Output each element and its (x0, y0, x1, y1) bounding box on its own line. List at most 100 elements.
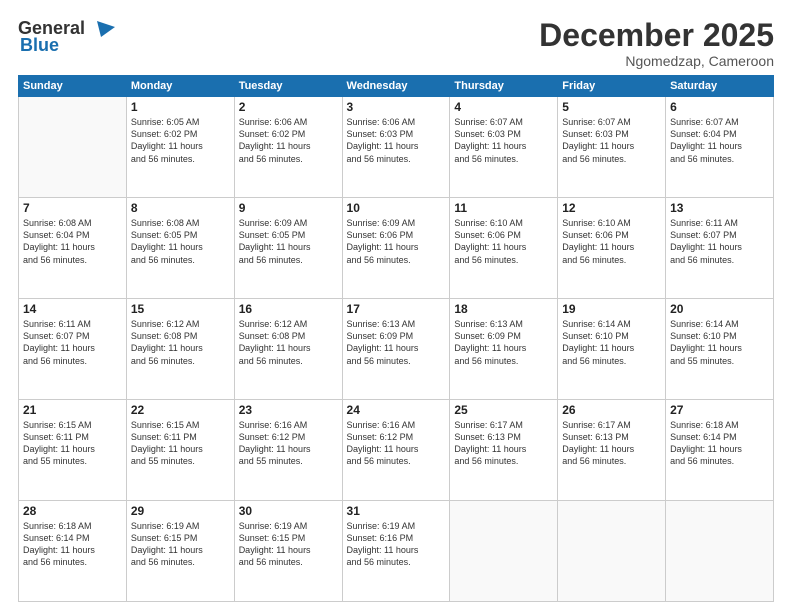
day-info: Sunrise: 6:17 AMSunset: 6:13 PMDaylight:… (454, 419, 553, 468)
day-number: 7 (23, 201, 122, 215)
col-sunday: Sunday (19, 76, 127, 97)
day-number: 28 (23, 504, 122, 518)
day-number: 25 (454, 403, 553, 417)
table-row: 28 Sunrise: 6:18 AMSunset: 6:14 PMDayligh… (19, 501, 127, 602)
day-number: 31 (347, 504, 446, 518)
day-info: Sunrise: 6:05 AMSunset: 6:02 PMDaylight:… (131, 116, 230, 165)
day-number: 19 (562, 302, 661, 316)
day-number: 6 (670, 100, 769, 114)
table-row: 15 Sunrise: 6:12 AMSunset: 6:08 PMDayligh… (126, 299, 234, 400)
table-row: 23 Sunrise: 6:16 AMSunset: 6:12 PMDayligh… (234, 400, 342, 501)
day-info: Sunrise: 6:19 AMSunset: 6:15 PMDaylight:… (239, 520, 338, 569)
table-row: 22 Sunrise: 6:15 AMSunset: 6:11 PMDayligh… (126, 400, 234, 501)
col-saturday: Saturday (666, 76, 774, 97)
table-row: 26 Sunrise: 6:17 AMSunset: 6:13 PMDayligh… (558, 400, 666, 501)
day-number: 8 (131, 201, 230, 215)
day-info: Sunrise: 6:11 AMSunset: 6:07 PMDaylight:… (23, 318, 122, 367)
table-row: 9Sunrise: 6:09 AMSunset: 6:05 PMDaylight… (234, 198, 342, 299)
day-info: Sunrise: 6:15 AMSunset: 6:11 PMDaylight:… (131, 419, 230, 468)
day-info: Sunrise: 6:16 AMSunset: 6:12 PMDaylight:… (239, 419, 338, 468)
table-row (19, 97, 127, 198)
day-number: 26 (562, 403, 661, 417)
day-info: Sunrise: 6:07 AMSunset: 6:03 PMDaylight:… (562, 116, 661, 165)
table-row: 17Sunrise: 6:13 AMSunset: 6:09 PMDayligh… (342, 299, 450, 400)
day-number: 24 (347, 403, 446, 417)
day-number: 18 (454, 302, 553, 316)
table-row: 18 Sunrise: 6:13 AMSunset: 6:09 PMDayligh… (450, 299, 558, 400)
table-row (666, 501, 774, 602)
day-info: Sunrise: 6:12 AMSunset: 6:08 PMDaylight:… (131, 318, 230, 367)
table-row: 31 Sunrise: 6:19 AMSunset: 6:16 PMDayligh… (342, 501, 450, 602)
col-tuesday: Tuesday (234, 76, 342, 97)
table-row: 3Sunrise: 6:06 AMSunset: 6:03 PMDaylight… (342, 97, 450, 198)
day-info: Sunrise: 6:19 AMSunset: 6:16 PMDaylight:… (347, 520, 446, 569)
calendar-header-row: Sunday Monday Tuesday Wednesday Thursday… (19, 76, 774, 97)
table-row: 16 Sunrise: 6:12 AMSunset: 6:08 PMDayligh… (234, 299, 342, 400)
table-row: 6 Sunrise: 6:07 AMSunset: 6:04 PMDaylight… (666, 97, 774, 198)
day-number: 17 (347, 302, 446, 316)
month-title: December 2025 (539, 18, 774, 53)
table-row (450, 501, 558, 602)
calendar-table: Sunday Monday Tuesday Wednesday Thursday… (18, 75, 774, 602)
day-info: Sunrise: 6:06 AMSunset: 6:03 PMDaylight:… (347, 116, 446, 165)
logo-blue: Blue (20, 35, 59, 56)
day-number: 30 (239, 504, 338, 518)
day-number: 11 (454, 201, 553, 215)
day-number: 4 (454, 100, 553, 114)
col-friday: Friday (558, 76, 666, 97)
day-number: 13 (670, 201, 769, 215)
day-info: Sunrise: 6:13 AMSunset: 6:09 PMDaylight:… (454, 318, 553, 367)
day-number: 16 (239, 302, 338, 316)
day-info: Sunrise: 6:14 AMSunset: 6:10 PMDaylight:… (562, 318, 661, 367)
table-row: 13 Sunrise: 6:11 AMSunset: 6:07 PMDayligh… (666, 198, 774, 299)
day-number: 22 (131, 403, 230, 417)
table-row: 20Sunrise: 6:14 AMSunset: 6:10 PMDayligh… (666, 299, 774, 400)
day-number: 21 (23, 403, 122, 417)
day-number: 10 (347, 201, 446, 215)
day-info: Sunrise: 6:18 AMSunset: 6:14 PMDaylight:… (23, 520, 122, 569)
day-info: Sunrise: 6:19 AMSunset: 6:15 PMDaylight:… (131, 520, 230, 569)
day-info: Sunrise: 6:08 AMSunset: 6:05 PMDaylight:… (131, 217, 230, 266)
table-row: 10 Sunrise: 6:09 AMSunset: 6:06 PMDayligh… (342, 198, 450, 299)
day-number: 29 (131, 504, 230, 518)
day-info: Sunrise: 6:07 AMSunset: 6:03 PMDaylight:… (454, 116, 553, 165)
table-row: 1 Sunrise: 6:05 AMSunset: 6:02 PMDaylight… (126, 97, 234, 198)
calendar-week-row: 1 Sunrise: 6:05 AMSunset: 6:02 PMDaylight… (19, 97, 774, 198)
day-info: Sunrise: 6:14 AMSunset: 6:10 PMDaylight:… (670, 318, 769, 367)
day-info: Sunrise: 6:08 AMSunset: 6:04 PMDaylight:… (23, 217, 122, 266)
calendar-week-row: 28 Sunrise: 6:18 AMSunset: 6:14 PMDayligh… (19, 501, 774, 602)
location-subtitle: Ngomedzap, Cameroon (539, 53, 774, 69)
table-row: 27 Sunrise: 6:18 AMSunset: 6:14 PMDayligh… (666, 400, 774, 501)
day-info: Sunrise: 6:06 AMSunset: 6:02 PMDaylight:… (239, 116, 338, 165)
day-number: 27 (670, 403, 769, 417)
day-number: 14 (23, 302, 122, 316)
day-info: Sunrise: 6:07 AMSunset: 6:04 PMDaylight:… (670, 116, 769, 165)
day-number: 23 (239, 403, 338, 417)
day-info: Sunrise: 6:09 AMSunset: 6:06 PMDaylight:… (347, 217, 446, 266)
table-row: 29 Sunrise: 6:19 AMSunset: 6:15 PMDayligh… (126, 501, 234, 602)
calendar-page: General Blue December 2025 Ngomedzap, Ca… (0, 0, 792, 612)
calendar-week-row: 14 Sunrise: 6:11 AMSunset: 6:07 PMDayligh… (19, 299, 774, 400)
table-row: 8 Sunrise: 6:08 AMSunset: 6:05 PMDaylight… (126, 198, 234, 299)
day-number: 9 (239, 201, 338, 215)
day-info: Sunrise: 6:11 AMSunset: 6:07 PMDaylight:… (670, 217, 769, 266)
col-thursday: Thursday (450, 76, 558, 97)
day-number: 12 (562, 201, 661, 215)
calendar-week-row: 7 Sunrise: 6:08 AMSunset: 6:04 PMDaylight… (19, 198, 774, 299)
day-number: 15 (131, 302, 230, 316)
day-number: 1 (131, 100, 230, 114)
table-row: 24Sunrise: 6:16 AMSunset: 6:12 PMDayligh… (342, 400, 450, 501)
day-info: Sunrise: 6:15 AMSunset: 6:11 PMDaylight:… (23, 419, 122, 468)
day-info: Sunrise: 6:18 AMSunset: 6:14 PMDaylight:… (670, 419, 769, 468)
logo-icon (87, 19, 117, 39)
day-info: Sunrise: 6:17 AMSunset: 6:13 PMDaylight:… (562, 419, 661, 468)
day-number: 5 (562, 100, 661, 114)
day-number: 2 (239, 100, 338, 114)
table-row: 30 Sunrise: 6:19 AMSunset: 6:15 PMDayligh… (234, 501, 342, 602)
table-row: 11Sunrise: 6:10 AMSunset: 6:06 PMDayligh… (450, 198, 558, 299)
page-header: General Blue December 2025 Ngomedzap, Ca… (18, 18, 774, 69)
table-row: 7 Sunrise: 6:08 AMSunset: 6:04 PMDaylight… (19, 198, 127, 299)
calendar-week-row: 21 Sunrise: 6:15 AMSunset: 6:11 PMDayligh… (19, 400, 774, 501)
table-row: 4 Sunrise: 6:07 AMSunset: 6:03 PMDaylight… (450, 97, 558, 198)
day-info: Sunrise: 6:12 AMSunset: 6:08 PMDaylight:… (239, 318, 338, 367)
